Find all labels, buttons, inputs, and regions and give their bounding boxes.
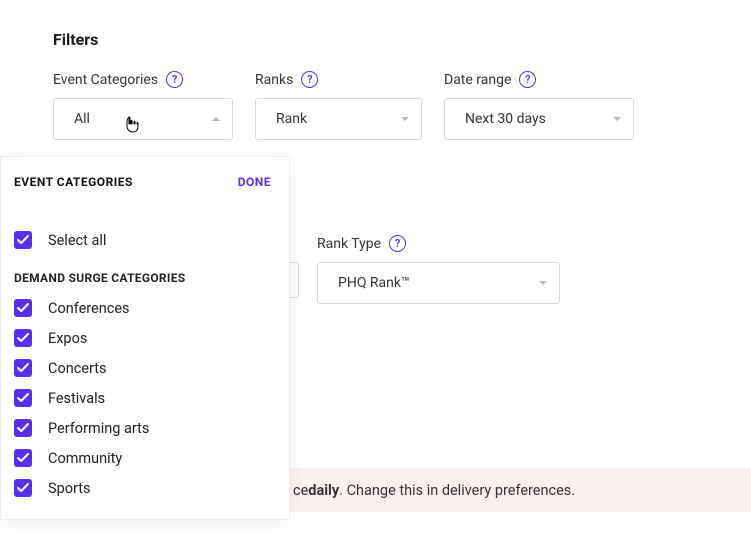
dropdown-header: EVENT CATEGORIES DONE: [14, 175, 271, 189]
category-item-label: Community: [48, 450, 122, 467]
filter-group-date: Date range ? Next 30 days: [444, 71, 634, 140]
category-item-label: Sports: [48, 480, 91, 497]
checkbox-checked-icon: [14, 299, 32, 317]
checkbox-checked-icon: [14, 329, 32, 347]
filters-title: Filters: [53, 30, 751, 49]
categories-select[interactable]: All: [53, 98, 233, 140]
category-item-label: Concerts: [48, 360, 107, 377]
category-item[interactable]: Concerts: [14, 359, 271, 377]
checkbox-checked-icon: [14, 359, 32, 377]
rank-type-label: Rank Type: [317, 236, 381, 252]
banner-text-bold: daily: [308, 482, 339, 499]
filter-label-ranks: Ranks: [255, 72, 293, 88]
ranks-select-value: Rank: [276, 111, 307, 127]
select-all-row[interactable]: Select all: [14, 231, 271, 249]
filter-label-date: Date range: [444, 72, 511, 88]
filter-label-row-date: Date range ?: [444, 71, 634, 88]
rank-type-select-value: PHQ Rank™: [338, 275, 410, 291]
help-icon[interactable]: ?: [389, 235, 406, 252]
filter-label-row-ranktype: Rank Type ?: [317, 235, 560, 252]
chevron-up-icon: [212, 117, 220, 121]
banner-text-pre: ce: [293, 482, 308, 499]
checkbox-checked-icon: [14, 449, 32, 467]
filter-label-row-categories: Event Categories ?: [53, 71, 233, 88]
select-all-label: Select all: [48, 232, 106, 249]
category-item[interactable]: Festivals: [14, 389, 271, 407]
category-item[interactable]: Expos: [14, 329, 271, 347]
delivery-banner: ce daily . Change this in delivery prefe…: [287, 468, 751, 512]
filters-panel: Filters Event Categories ? All Ranks ? R…: [0, 0, 751, 140]
done-button[interactable]: DONE: [238, 175, 271, 189]
dropdown-items: Conferences Expos Concerts Festivals Perform…: [14, 299, 271, 497]
category-item[interactable]: Sports: [14, 479, 271, 497]
chevron-down-icon: [613, 117, 621, 121]
categories-select-value: All: [74, 111, 90, 127]
categories-dropdown: EVENT CATEGORIES DONE Select all DEMAND …: [0, 156, 290, 520]
category-item-label: Conferences: [48, 300, 130, 317]
category-item-label: Expos: [48, 330, 87, 347]
category-item[interactable]: Performing arts: [14, 419, 271, 437]
ranks-select[interactable]: Rank: [255, 98, 422, 140]
banner-text-post: . Change this in delivery preferences.: [339, 482, 575, 499]
category-item-label: Performing arts: [48, 420, 149, 437]
chevron-down-icon: [539, 281, 547, 285]
rank-type-group: Rank Type ? PHQ Rank™: [317, 235, 560, 304]
filter-row: Event Categories ? All Ranks ? Rank Date…: [53, 71, 751, 140]
help-icon[interactable]: ?: [301, 71, 318, 88]
filter-label-categories: Event Categories: [53, 72, 158, 88]
checkbox-checked-icon: [14, 419, 32, 437]
filter-group-categories: Event Categories ? All: [53, 71, 233, 140]
category-item-label: Festivals: [48, 390, 105, 407]
date-select[interactable]: Next 30 days: [444, 98, 634, 140]
rank-type-select[interactable]: PHQ Rank™: [317, 262, 560, 304]
filter-group-ranks: Ranks ? Rank: [255, 71, 422, 140]
checkbox-checked-icon: [14, 231, 32, 249]
category-item[interactable]: Conferences: [14, 299, 271, 317]
dropdown-title: EVENT CATEGORIES: [14, 175, 133, 189]
help-icon[interactable]: ?: [166, 71, 183, 88]
dropdown-subhead: DEMAND SURGE CATEGORIES: [14, 271, 271, 285]
category-item[interactable]: Community: [14, 449, 271, 467]
date-select-value: Next 30 days: [465, 111, 546, 127]
checkbox-checked-icon: [14, 389, 32, 407]
filter-label-row-ranks: Ranks ?: [255, 71, 422, 88]
checkbox-checked-icon: [14, 479, 32, 497]
chevron-down-icon: [401, 117, 409, 121]
help-icon[interactable]: ?: [519, 71, 536, 88]
